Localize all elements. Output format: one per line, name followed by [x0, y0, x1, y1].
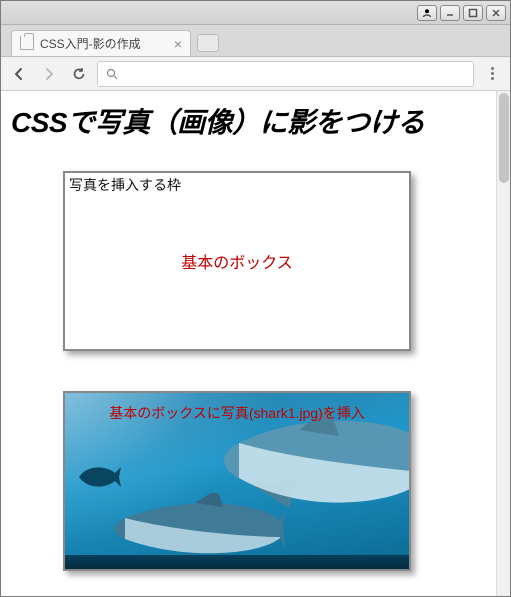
- fish-image: [75, 463, 121, 491]
- file-icon: [20, 36, 34, 50]
- dot-icon: [491, 72, 494, 75]
- back-button[interactable]: [7, 62, 31, 86]
- minimize-button[interactable]: [440, 5, 460, 21]
- basic-box: 写真を挿入する枠 基本のボックス: [63, 171, 411, 351]
- search-icon: [106, 68, 118, 80]
- close-icon[interactable]: ×: [174, 37, 182, 51]
- reload-button[interactable]: [67, 62, 91, 86]
- titlebar: [1, 1, 510, 25]
- viewport: CSSで写真（画像）に影をつける 写真を挿入する枠 基本のボックス 基本のボック…: [1, 91, 510, 596]
- photo-box-label: 基本のボックスに写真(shark1.jpg)を挿入: [65, 403, 409, 423]
- scrollbar-thumb[interactable]: [499, 93, 509, 183]
- shark-image: [105, 493, 285, 563]
- photo-box: 基本のボックスに写真(shark1.jpg)を挿入: [63, 391, 411, 571]
- url-input[interactable]: [124, 65, 465, 82]
- user-icon[interactable]: [417, 5, 437, 21]
- page-content: CSSで写真（画像）に影をつける 写真を挿入する枠 基本のボックス 基本のボック…: [1, 91, 496, 596]
- address-bar[interactable]: [97, 61, 474, 87]
- close-button[interactable]: [486, 5, 506, 21]
- page-title: CSSで写真（画像）に影をつける: [11, 101, 486, 141]
- maximize-button[interactable]: [463, 5, 483, 21]
- browser-window: CSS入門-影の作成 × CSSで写真（画像）に影をつける: [0, 0, 511, 597]
- toolbar: [1, 57, 510, 91]
- menu-button[interactable]: [480, 62, 504, 86]
- dot-icon: [491, 67, 494, 70]
- box-caption: 写真を挿入する枠: [69, 175, 181, 195]
- new-tab-button[interactable]: [197, 34, 219, 52]
- tab-strip: CSS入門-影の作成 ×: [1, 25, 510, 57]
- scrollbar[interactable]: [496, 91, 510, 596]
- dot-icon: [491, 77, 494, 80]
- box-center-label: 基本のボックス: [181, 249, 293, 273]
- browser-tab[interactable]: CSS入門-影の作成 ×: [11, 30, 191, 56]
- tab-title: CSS入門-影の作成: [40, 35, 174, 52]
- forward-button[interactable]: [37, 62, 61, 86]
